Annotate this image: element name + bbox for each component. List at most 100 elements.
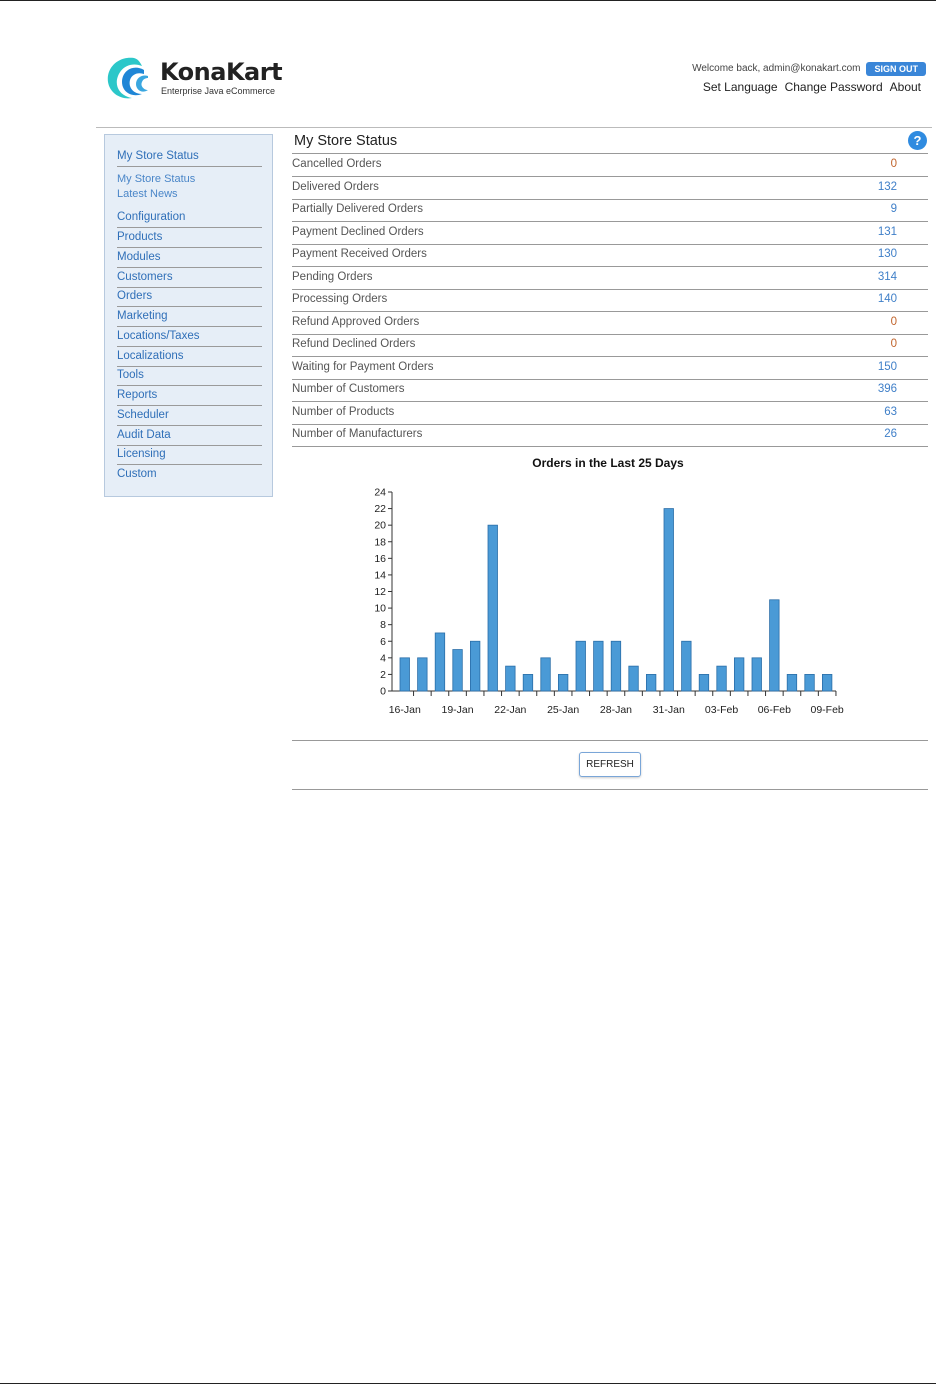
status-row-value[interactable]: 130 bbox=[878, 248, 897, 260]
chart-bar bbox=[698, 674, 710, 692]
status-row-label: Delivered Orders bbox=[292, 180, 379, 193]
status-row-divider bbox=[292, 401, 928, 402]
status-row-label: Partially Delivered Orders bbox=[292, 203, 424, 215]
status-row-value[interactable]: 0 bbox=[891, 338, 897, 350]
y-tick-label: 4 bbox=[380, 652, 386, 664]
x-tick-label: 09-Feb bbox=[811, 704, 844, 716]
footer-rule bbox=[292, 789, 928, 790]
sidebar: My Store Status My Store Status Latest N… bbox=[104, 134, 273, 497]
help-icon[interactable]: ? bbox=[908, 131, 927, 150]
wave-logo-icon bbox=[107, 57, 148, 99]
status-row-divider bbox=[292, 333, 928, 335]
chart-bar bbox=[505, 665, 516, 692]
chart-bar bbox=[487, 524, 498, 692]
status-row-divider bbox=[292, 288, 928, 290]
sidebar-item-orders[interactable]: Orders bbox=[117, 290, 262, 307]
y-tick-label: 12 bbox=[374, 586, 386, 598]
page-top-rule bbox=[0, 0, 936, 1]
sidebar-item-customers[interactable]: Customers bbox=[117, 271, 262, 288]
status-row-value[interactable]: 314 bbox=[878, 271, 897, 283]
chart-bar bbox=[522, 674, 534, 692]
status-row-value[interactable]: 9 bbox=[891, 203, 897, 215]
sidebar-item-locations-taxes[interactable]: Locations/Taxes bbox=[117, 330, 262, 347]
sidebar-item-custom[interactable]: Custom bbox=[117, 468, 262, 485]
status-row-value[interactable]: 140 bbox=[878, 293, 897, 305]
status-row-value[interactable]: 0 bbox=[891, 158, 897, 170]
status-row-label: Refund Declined Orders bbox=[292, 338, 416, 350]
status-row-label: Refund Approved Orders bbox=[292, 315, 420, 328]
welcome-row: Welcome back, admin@konakart.com SIGN OU… bbox=[692, 61, 926, 76]
status-row-divider bbox=[292, 221, 928, 222]
x-tick-label: 16-Jan bbox=[389, 704, 421, 716]
status-row-value[interactable]: 150 bbox=[878, 361, 897, 373]
sidebar-item-audit-data[interactable]: Audit Data bbox=[117, 429, 262, 446]
sidebar-item-licensing[interactable]: Licensing bbox=[117, 448, 262, 465]
status-row-value[interactable]: 63 bbox=[884, 406, 897, 418]
about-link[interactable]: About bbox=[890, 80, 921, 94]
chart-bar bbox=[628, 665, 639, 692]
chart-title: Orders in the Last 25 Days bbox=[532, 456, 684, 470]
sidebar-item-products[interactable]: Products bbox=[117, 231, 262, 248]
table-top-rule bbox=[292, 153, 928, 154]
status-row-label: Payment Declined Orders bbox=[292, 225, 424, 238]
status-row-divider bbox=[292, 446, 928, 447]
chart-bar bbox=[399, 657, 410, 692]
refresh-button[interactable]: REFRESH bbox=[579, 752, 641, 777]
konakart-logo[interactable]: KonaKart Enterprise Java eCommerce bbox=[104, 54, 284, 102]
status-row-label: Pending Orders bbox=[292, 270, 373, 283]
chart-bar bbox=[470, 640, 481, 692]
set-language-link[interactable]: Set Language bbox=[703, 80, 778, 94]
status-row-value[interactable]: 0 bbox=[891, 316, 897, 328]
chart-bar bbox=[557, 674, 569, 692]
status-row-value[interactable]: 396 bbox=[878, 383, 897, 395]
x-tick-label: 19-Jan bbox=[441, 704, 473, 716]
chart-bar bbox=[645, 674, 657, 692]
x-tick-label: 22-Jan bbox=[494, 704, 526, 716]
sidebar-item-reports[interactable]: Reports bbox=[117, 389, 262, 406]
chart-bar bbox=[452, 649, 463, 692]
status-row-label: Number of Products bbox=[292, 405, 395, 418]
chart-bar bbox=[434, 632, 446, 692]
y-tick-label: 8 bbox=[380, 619, 386, 631]
x-tick-label: 06-Feb bbox=[758, 704, 791, 716]
sidebar-item-tools[interactable]: Tools bbox=[117, 369, 262, 386]
logo-tagline: Enterprise Java eCommerce bbox=[161, 86, 276, 96]
status-row-value[interactable]: 131 bbox=[878, 226, 897, 238]
status-row-divider bbox=[292, 356, 928, 357]
chart-bottom-rule bbox=[292, 740, 928, 741]
sidebar-item-configuration[interactable]: Configuration bbox=[117, 211, 262, 228]
x-tick-label: 03-Feb bbox=[705, 704, 738, 716]
page-title: My Store Status bbox=[294, 133, 398, 149]
status-row-divider bbox=[292, 176, 928, 177]
status-row-divider bbox=[292, 378, 928, 380]
status-row-divider bbox=[292, 311, 928, 312]
sidebar-item-modules[interactable]: Modules bbox=[117, 251, 262, 268]
welcome-text: Welcome back, admin@konakart.com bbox=[692, 63, 861, 74]
y-tick-label: 18 bbox=[374, 536, 386, 548]
chart-bar bbox=[417, 657, 428, 692]
change-password-link[interactable]: Change Password bbox=[785, 80, 883, 94]
chart-bar bbox=[716, 665, 727, 692]
status-row-divider bbox=[292, 266, 928, 267]
chart-bar bbox=[540, 657, 551, 692]
y-tick-label: 22 bbox=[374, 503, 386, 515]
y-tick-label: 10 bbox=[374, 603, 386, 615]
status-row-divider bbox=[292, 423, 928, 425]
sidebar-item-my-store-status[interactable]: My Store Status bbox=[117, 150, 262, 167]
status-row-value[interactable]: 26 bbox=[884, 428, 897, 440]
status-row-divider bbox=[292, 198, 928, 200]
chart-bar bbox=[786, 674, 798, 692]
y-tick-label: 14 bbox=[374, 569, 386, 581]
sidebar-item-localizations[interactable]: Localizations bbox=[117, 350, 262, 367]
sidebar-subitem-my-store-status[interactable]: My Store Status bbox=[117, 173, 195, 185]
sidebar-subitem-latest-news[interactable]: Latest News bbox=[117, 188, 178, 200]
y-tick-label: 0 bbox=[380, 686, 386, 698]
sidebar-item-marketing[interactable]: Marketing bbox=[117, 310, 262, 327]
status-row-value[interactable]: 132 bbox=[878, 181, 897, 193]
sidebar-item-scheduler[interactable]: Scheduler bbox=[117, 409, 262, 426]
top-links: Set Language Change Password About bbox=[703, 80, 921, 94]
sign-out-button[interactable]: SIGN OUT bbox=[866, 61, 926, 76]
status-row-label: Cancelled Orders bbox=[292, 158, 382, 170]
chart-bar bbox=[769, 599, 780, 692]
chart-bar bbox=[593, 640, 604, 692]
